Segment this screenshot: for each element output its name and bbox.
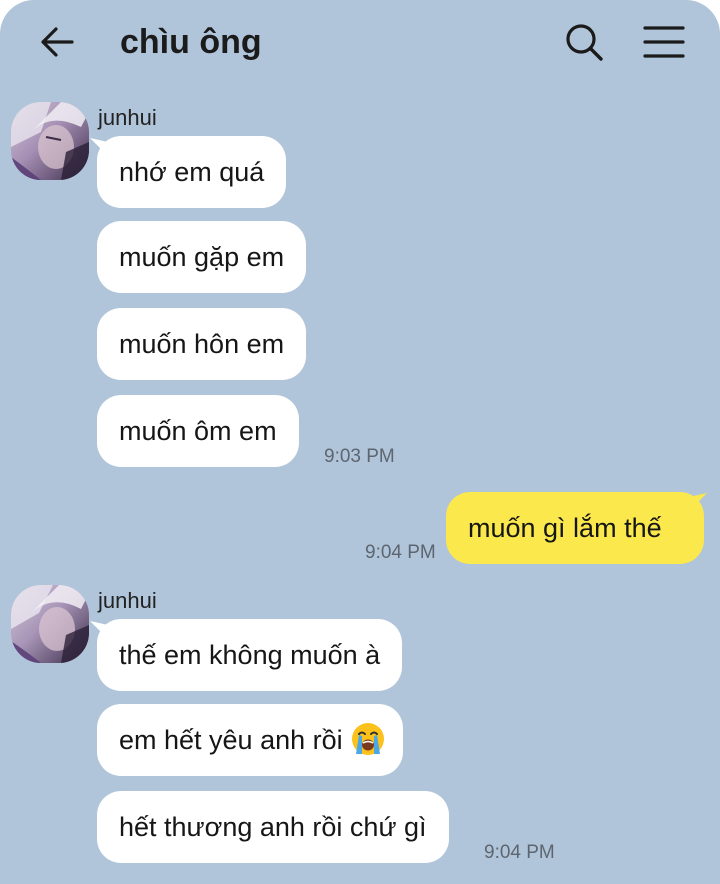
message-bubble[interactable]: muốn hôn em xyxy=(97,308,307,380)
message-bubble[interactable]: muốn ôm em xyxy=(97,395,299,467)
outgoing-message-bubble[interactable]: muốn gì lắm thế xyxy=(446,492,704,564)
avatar[interactable] xyxy=(11,102,89,180)
avatar[interactable] xyxy=(11,585,89,663)
search-icon xyxy=(566,24,603,61)
message-bubble[interactable]: em hết yêu anh rồi xyxy=(97,704,403,776)
message-bubble[interactable]: thế em không muốn à xyxy=(97,619,403,691)
message-bubble[interactable]: nhớ em quá xyxy=(97,136,287,208)
menu-button[interactable] xyxy=(642,22,686,62)
avatar-image xyxy=(11,585,89,663)
chat-screen: chìu ông junhui nhớ em quá muốn gặp em m… xyxy=(0,0,720,884)
message-bubble[interactable]: muốn gặp em xyxy=(97,221,307,293)
back-button[interactable] xyxy=(38,22,78,62)
message-bubble[interactable]: hết thương anh rồi chứ gì xyxy=(97,791,449,863)
avatar-image xyxy=(11,102,89,180)
message-timestamp: 9:04 PM xyxy=(365,542,436,563)
search-button[interactable] xyxy=(564,22,604,62)
bubble-tail xyxy=(689,493,707,511)
chat-title: chìu ông xyxy=(120,23,262,61)
arrow-left-icon xyxy=(41,27,74,57)
sender-name: junhui xyxy=(98,588,157,613)
message-text: em hết yêu anh rồi xyxy=(119,725,343,755)
loudly-crying-face-emoji xyxy=(351,722,384,755)
sender-name: junhui xyxy=(98,105,157,130)
hamburger-menu-icon xyxy=(643,26,685,58)
message-timestamp: 9:04 PM xyxy=(484,842,555,863)
chat-header: chìu ông xyxy=(0,0,720,84)
message-timestamp: 9:03 PM xyxy=(324,446,395,467)
